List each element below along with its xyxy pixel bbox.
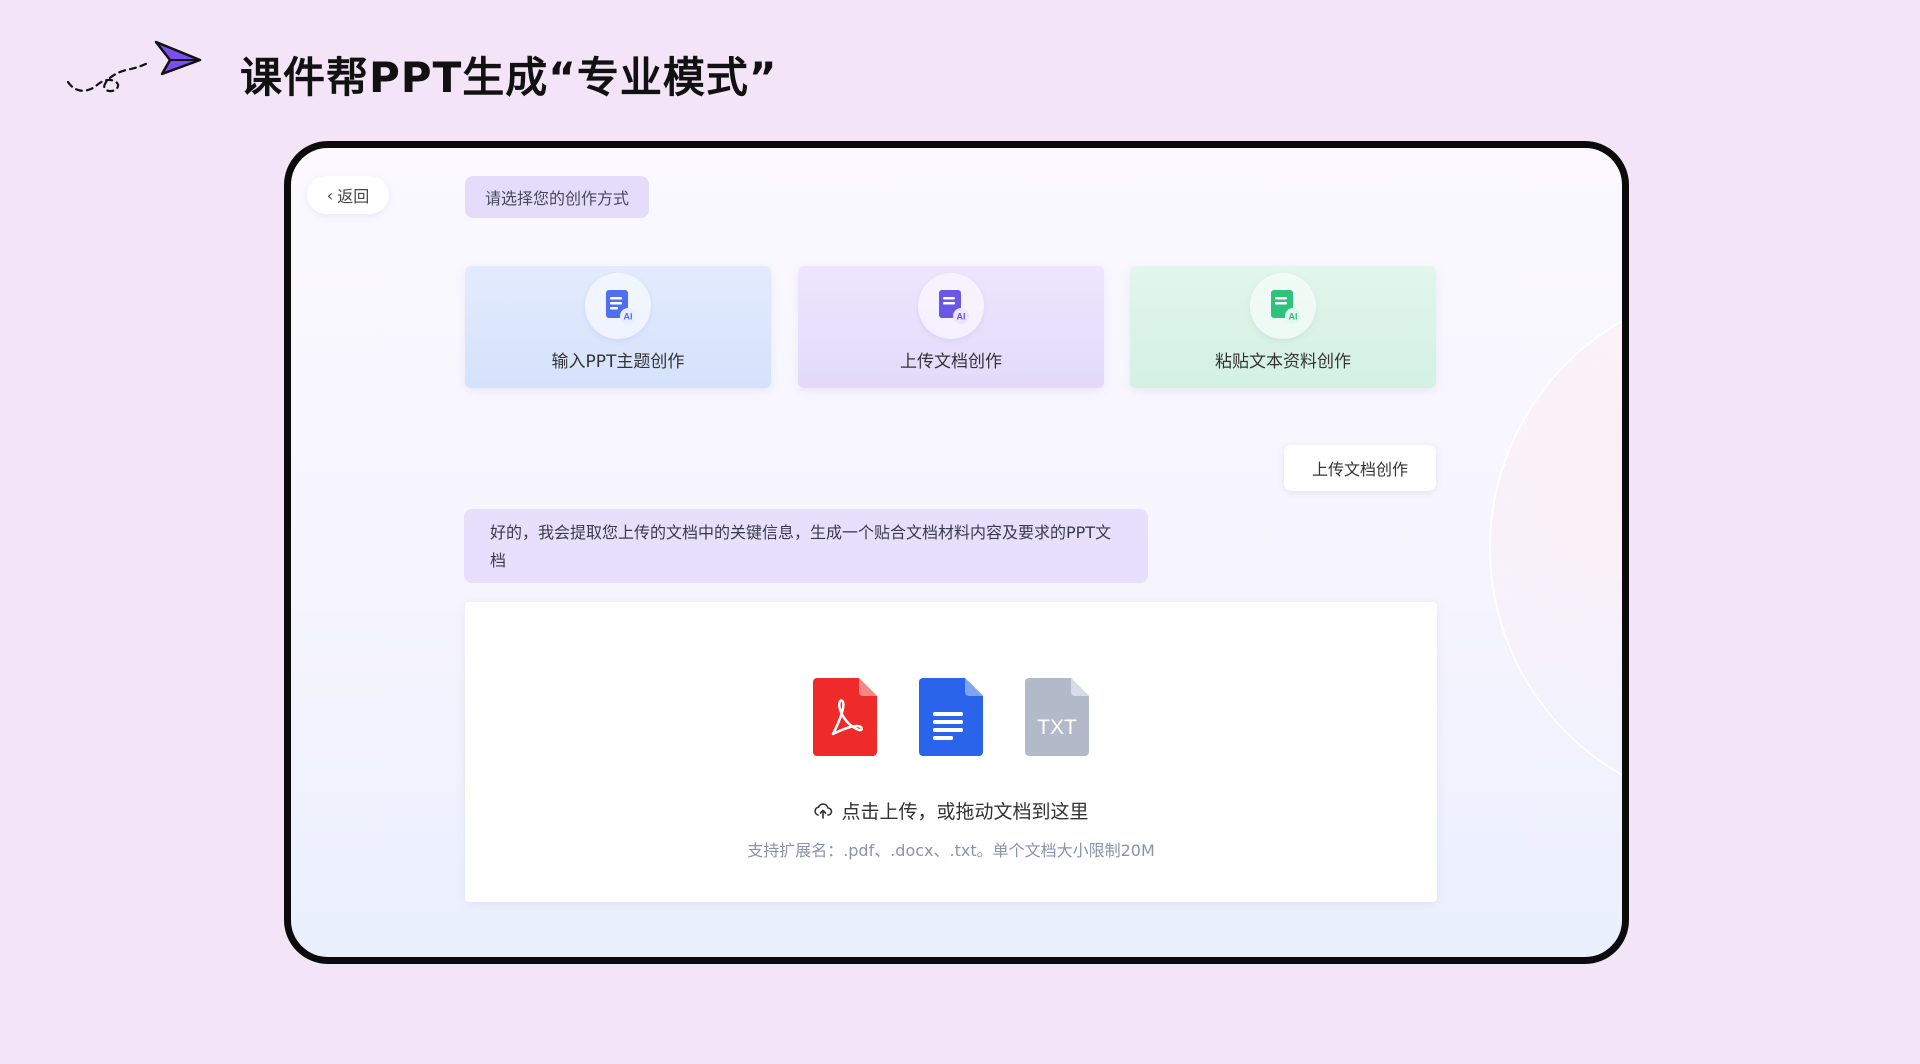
mode-label: 粘贴文本资料创作 — [1215, 352, 1351, 372]
doc-ai-icon: AI — [585, 273, 651, 339]
svg-text:AI: AI — [624, 312, 633, 322]
svg-text:AI: AI — [1289, 312, 1298, 322]
mode-label: 输入PPT主题创作 — [551, 352, 685, 372]
doc-ai-icon: AI — [1250, 273, 1316, 339]
cloud-upload-icon — [814, 802, 833, 819]
bot-message-bubble: 好的，我会提取您上传的文档中的关键信息，生成一个贴合文档材料内容及要求的PPT文… — [464, 509, 1148, 583]
chevron-left-icon: ‹ — [326, 185, 334, 205]
mode-card-paste[interactable]: AI 粘贴文本资料创作 — [1130, 266, 1436, 388]
back-button[interactable]: ‹ 返回 — [307, 176, 389, 214]
decorative-circle — [1489, 286, 1622, 810]
mode-card-topic[interactable]: AI 输入PPT主题创作 — [465, 266, 771, 388]
doc-file-icon — [919, 678, 983, 756]
txt-file-label: TXT — [1037, 716, 1077, 739]
upload-dropzone[interactable]: TXT 点击上传，或拖动文档到这里 支持扩展名：.pdf、.docx、.txt。… — [465, 602, 1437, 902]
pdf-file-icon — [813, 678, 877, 756]
doc-ai-icon: AI — [918, 273, 984, 339]
txt-file-icon: TXT — [1025, 678, 1089, 756]
prompt-chip: 请选择您的创作方式 — [465, 176, 650, 218]
user-message-bubble: 上传文档创作 — [1284, 445, 1436, 491]
mode-card-upload[interactable]: AI 上传文档创作 — [798, 266, 1104, 388]
paper-plane-logo-icon — [66, 40, 202, 93]
mode-label: 上传文档创作 — [900, 352, 1002, 372]
supported-formats-text: 支持扩展名：.pdf、.docx、.txt。单个文档大小限制20M — [747, 841, 1155, 860]
upload-instruction: 点击上传，或拖动文档到这里 — [465, 797, 1437, 824]
back-label: 返回 — [337, 187, 370, 206]
device-frame: ‹ 返回 请选择您的创作方式 AI 输入PPT主题创作 AI 上传文档创作 AI… — [284, 141, 1629, 964]
upload-instruction-text: 点击上传，或拖动文档到这里 — [841, 801, 1089, 823]
slide-title: 课件帮PPT生成“专业模式” — [240, 53, 778, 102]
file-type-icons: TXT — [813, 678, 1089, 756]
svg-text:AI: AI — [957, 312, 966, 322]
